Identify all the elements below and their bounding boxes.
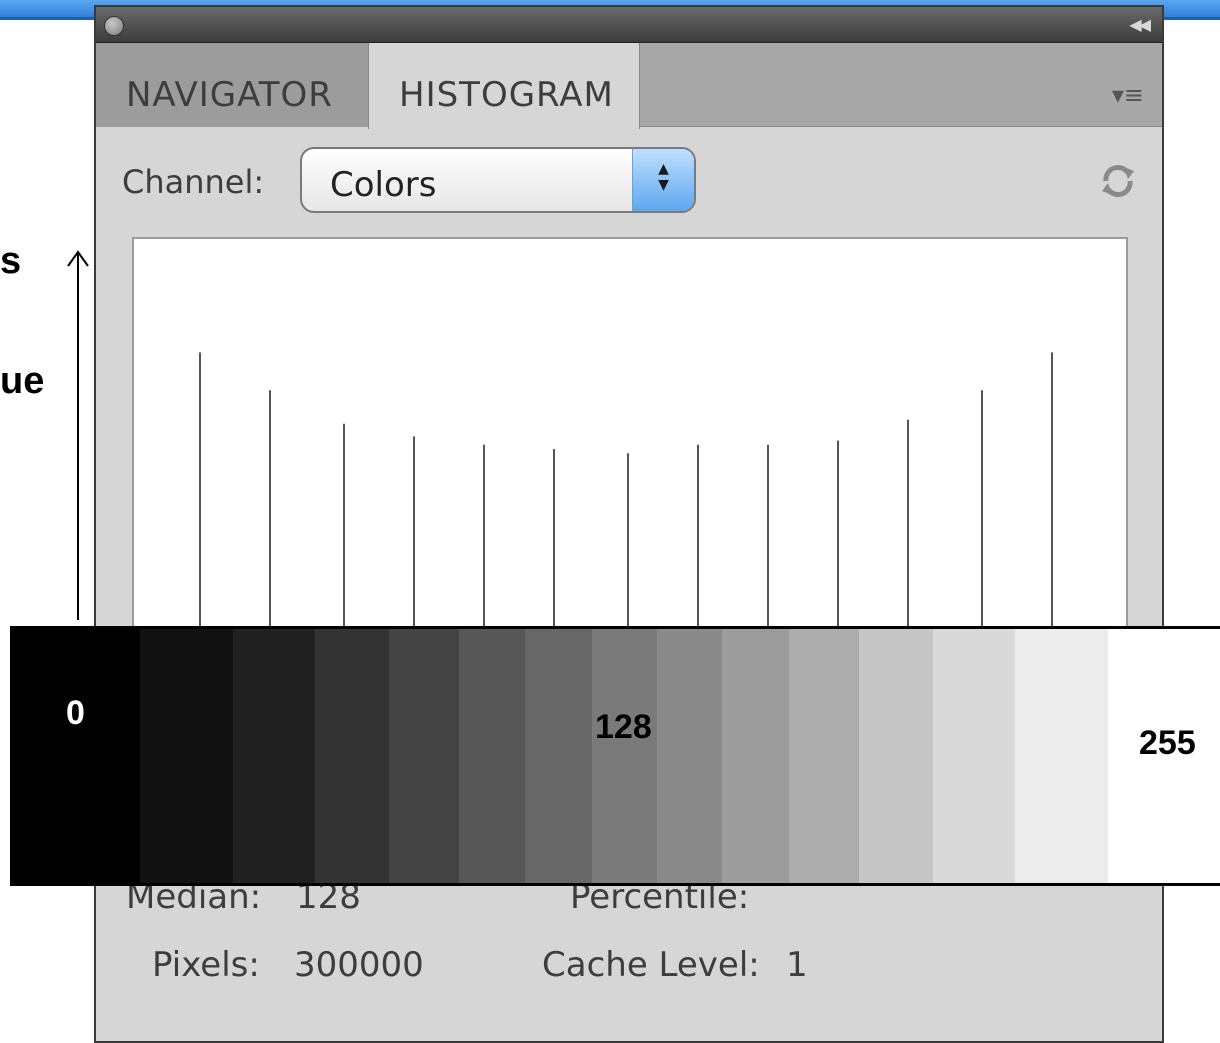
refresh-icon[interactable]	[1098, 161, 1138, 201]
histogram-display	[132, 237, 1128, 659]
side-label-top: s	[0, 240, 22, 282]
gray-cell	[859, 629, 933, 883]
tab-navigator[interactable]: NAVIGATOR	[96, 43, 368, 127]
panel-titlebar: ◀◀	[96, 7, 1162, 43]
gray-cell	[789, 629, 859, 883]
cache-level-label: Cache Level:	[542, 945, 760, 985]
channel-select[interactable]: Colors ▲ ▼	[300, 147, 696, 213]
pixels-value: 300000	[294, 945, 424, 985]
gray-cell	[657, 629, 722, 883]
gray-cell	[140, 629, 233, 883]
channel-label: Channel:	[122, 163, 265, 201]
channel-select-value: Colors	[330, 165, 437, 205]
gray-cell	[233, 629, 315, 883]
gray-cell	[389, 629, 459, 883]
side-label-bottom: ue	[0, 360, 45, 402]
gray-cell	[1015, 629, 1108, 883]
gray-cell	[933, 629, 1015, 883]
up-arrow-icon	[67, 250, 89, 620]
histogram-panel: ◀◀ NAVIGATOR HISTOGRAM ▾≡ Channel: Color…	[94, 5, 1164, 1043]
gray-cell	[315, 629, 389, 883]
cache-level-value: 1	[786, 945, 808, 985]
strip-label-255: 255	[1139, 724, 1196, 762]
select-arrows-icon[interactable]: ▲ ▼	[632, 149, 694, 211]
histogram-bars	[199, 352, 1053, 659]
stats-area: Median: 128 Percentile: Pixels: 300000 C…	[96, 867, 1162, 1043]
grayscale-strip	[10, 626, 1220, 886]
tab-histogram[interactable]: HISTOGRAM	[368, 43, 640, 129]
strip-label-0: 0	[66, 694, 85, 732]
close-icon[interactable]	[104, 16, 124, 36]
gray-cell	[10, 629, 140, 883]
gray-cell	[722, 629, 789, 883]
gray-cell	[459, 629, 525, 883]
gray-cell	[525, 629, 592, 883]
pixels-label: Pixels:	[152, 945, 260, 985]
panel-menu-icon[interactable]: ▾≡	[1112, 81, 1144, 109]
strip-label-128: 128	[595, 708, 652, 746]
collapse-icon[interactable]: ◀◀	[1129, 15, 1151, 34]
gray-cell	[592, 629, 657, 883]
tab-strip: NAVIGATOR HISTOGRAM ▾≡	[96, 43, 1162, 129]
